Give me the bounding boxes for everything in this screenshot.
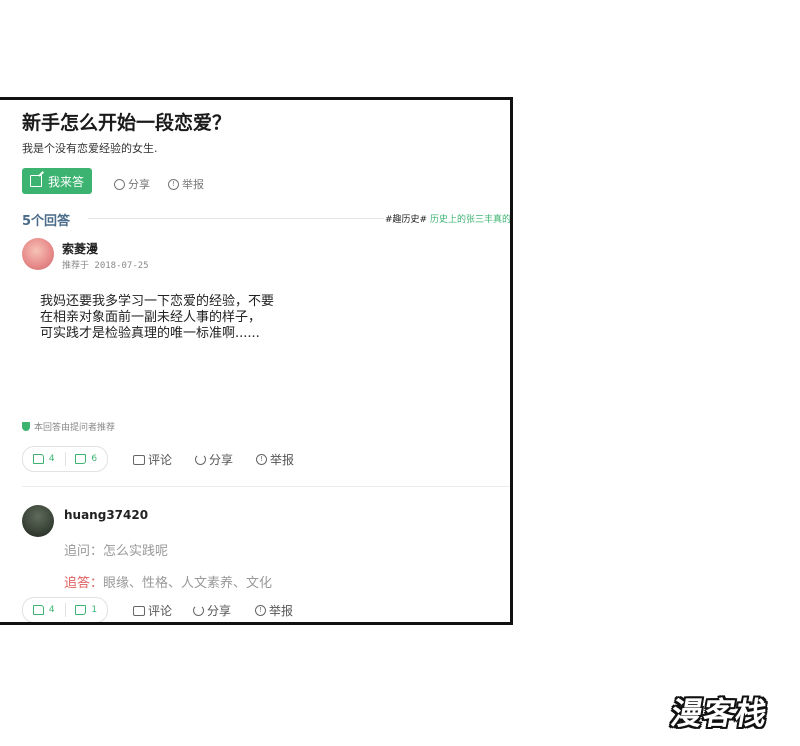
share-button[interactable]: 分享 bbox=[193, 602, 231, 619]
answer-username[interactable]: huang37420 bbox=[64, 508, 148, 522]
report-icon: ! bbox=[168, 178, 179, 190]
question-title: 新手怎么开始一段恋爱？ bbox=[22, 112, 232, 134]
tag-history[interactable]: #趣历史# bbox=[385, 215, 427, 225]
comment-button[interactable]: 评论 bbox=[133, 451, 172, 468]
report-label: 举报 bbox=[269, 604, 294, 618]
topic-tags[interactable]: #趣历史# 历史上的张三丰真的 bbox=[385, 212, 510, 225]
comment-icon bbox=[133, 454, 145, 465]
report-label: 举报 bbox=[270, 453, 295, 467]
thumbs-up-icon bbox=[32, 454, 44, 464]
question-report-button[interactable]: ! 举报 bbox=[168, 176, 204, 192]
edit-icon bbox=[29, 175, 42, 187]
follow-up-question: 追问：怎么实践呢 bbox=[64, 540, 168, 559]
question-share-label: 分享 bbox=[128, 178, 150, 191]
answer-button[interactable]: 我来答 bbox=[22, 168, 92, 194]
vote-box: 4 6 bbox=[22, 446, 108, 472]
report-button[interactable]: ! 举报 bbox=[255, 602, 293, 619]
like-button[interactable]: 4 bbox=[23, 454, 65, 464]
report-button[interactable]: ! 举报 bbox=[256, 451, 294, 468]
like-count: 4 bbox=[48, 454, 55, 464]
vote-box: 4 1 bbox=[22, 597, 108, 622]
answer-line: 在相亲对象面前一副未经人事的样子， bbox=[40, 310, 262, 325]
divider bbox=[88, 218, 384, 219]
like-button[interactable]: 4 bbox=[23, 605, 65, 615]
dislike-button[interactable]: 6 bbox=[66, 454, 108, 464]
avatar[interactable] bbox=[22, 505, 54, 537]
shield-icon bbox=[22, 422, 30, 431]
question-share-button[interactable]: 分享 bbox=[114, 176, 150, 192]
avatar[interactable] bbox=[22, 238, 54, 270]
answer-line: 可实践才是检验真理的唯一标准啊...... bbox=[40, 326, 260, 341]
share-label: 分享 bbox=[207, 604, 232, 618]
answer-username[interactable]: 索菱漫 bbox=[62, 240, 98, 257]
follow-up-answer: 追答：眼缘、性格、人文素养、文化 bbox=[64, 572, 272, 591]
report-icon: ! bbox=[256, 454, 267, 465]
answer-body: 我妈还要我多学习一下恋爱的经验，不要 在相亲对象面前一副未经人事的样子， 可实践… bbox=[40, 294, 340, 342]
dislike-button[interactable]: 1 bbox=[66, 605, 108, 615]
comment-label: 评论 bbox=[148, 453, 173, 467]
follow-up-question-label: 追问： bbox=[64, 544, 104, 559]
recommend-note-text: 本回答由提问者推荐 bbox=[34, 423, 116, 433]
follow-up-answer-text: 眼缘、性格、人文素养、文化 bbox=[103, 576, 273, 591]
share-icon bbox=[195, 454, 206, 465]
tag-link[interactable]: 历史上的张三丰真的 bbox=[430, 215, 510, 225]
report-icon: ! bbox=[255, 605, 266, 616]
like-count: 4 bbox=[48, 605, 55, 615]
question-report-label: 举报 bbox=[182, 178, 204, 191]
recommend-note: 本回答由提问者推荐 bbox=[22, 420, 115, 433]
answers-count: 5个回答 bbox=[22, 214, 71, 229]
answer-line: 我妈还要我多学习一下恋爱的经验，不要 bbox=[40, 294, 275, 309]
share-icon bbox=[114, 178, 125, 190]
share-icon bbox=[193, 605, 204, 616]
answer-separator bbox=[22, 486, 510, 487]
share-button[interactable]: 分享 bbox=[195, 451, 233, 468]
qa-panel: 新手怎么开始一段恋爱？ 我是个没有恋爱经验的女生. 我来答 分享 ! 举报 5个… bbox=[0, 97, 513, 625]
comment-icon bbox=[133, 605, 145, 616]
answer-button-label: 我来答 bbox=[47, 174, 84, 189]
dislike-count: 6 bbox=[91, 454, 98, 464]
thumbs-up-icon bbox=[32, 605, 44, 615]
watermark-logo: 漫客栈 bbox=[668, 696, 771, 732]
thumbs-down-icon bbox=[75, 605, 87, 615]
comment-label: 评论 bbox=[148, 604, 173, 618]
follow-up-answer-label: 追答： bbox=[64, 576, 104, 591]
recommended-date: 推荐于 2018-07-25 bbox=[62, 261, 149, 271]
question-description: 我是个没有恋爱经验的女生. bbox=[22, 142, 158, 155]
thumbs-down-icon bbox=[75, 454, 87, 464]
comment-button[interactable]: 评论 bbox=[133, 602, 172, 619]
share-label: 分享 bbox=[209, 453, 234, 467]
follow-up-question-text: 怎么实践呢 bbox=[103, 544, 169, 559]
dislike-count: 1 bbox=[91, 605, 98, 615]
